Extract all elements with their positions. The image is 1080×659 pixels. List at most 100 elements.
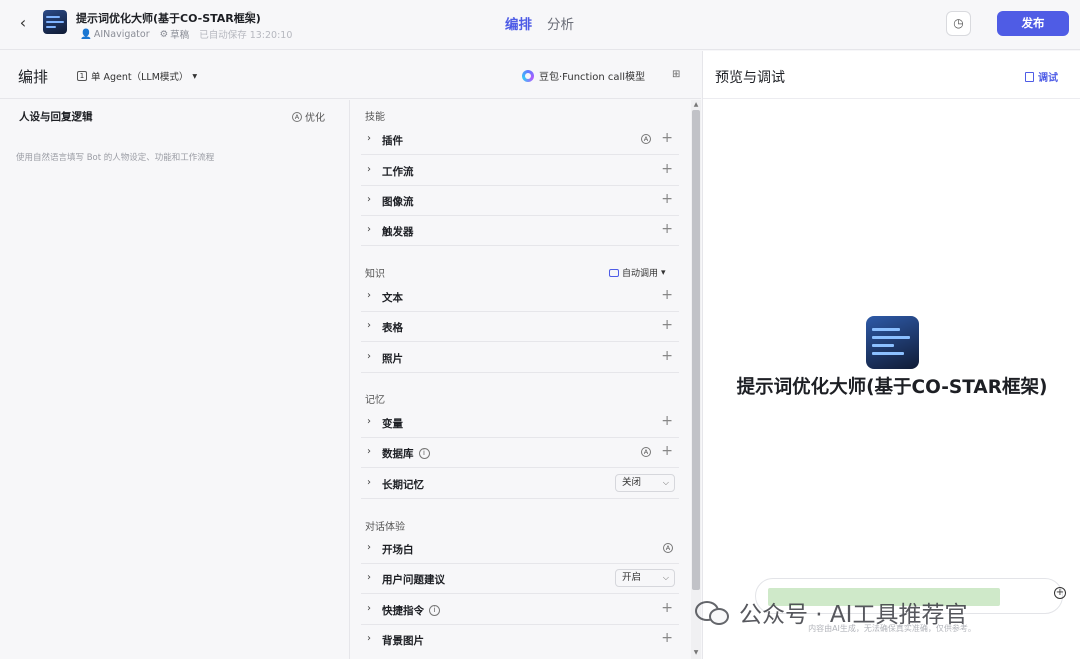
preview-bot-avatar bbox=[866, 316, 919, 369]
auto-icon[interactable]: A bbox=[663, 543, 673, 553]
scroll-down-icon[interactable]: ▼ bbox=[692, 649, 700, 657]
suggest-select[interactable]: 开启 ⌵ bbox=[615, 569, 675, 587]
status-badge: 草稿 bbox=[170, 30, 190, 41]
pencil-icon[interactable]: ✎ bbox=[247, 10, 259, 22]
author-name: AINavigator bbox=[93, 28, 150, 40]
row-imageflow[interactable]: › 图像流 + bbox=[361, 186, 679, 216]
row-plugin[interactable]: › 插件 A + bbox=[361, 125, 679, 155]
row-table[interactable]: › 表格 + bbox=[361, 312, 679, 342]
chevron-down-icon: ⌵ bbox=[662, 573, 669, 582]
add-attachment-icon[interactable]: + bbox=[1054, 587, 1066, 599]
chevron-right-icon: › bbox=[367, 572, 371, 583]
agent-icon: 1 bbox=[77, 71, 87, 81]
persona-input[interactable]: 使用自然语言填写 Bot 的人物设定、功能和工作流程 bbox=[16, 151, 214, 163]
row-long-memory[interactable]: › 长期记忆 关闭 ⌵ bbox=[361, 469, 679, 499]
scroll-up-icon[interactable]: ▲ bbox=[692, 101, 700, 109]
plus-icon[interactable]: + bbox=[661, 288, 673, 302]
chevron-right-icon: › bbox=[367, 446, 371, 457]
mode-selector[interactable]: 1 单 Agent（LLM模式） ▾ bbox=[77, 69, 197, 83]
plus-icon[interactable]: + bbox=[661, 601, 673, 615]
row-database[interactable]: › 数据库 i A + bbox=[361, 438, 679, 468]
debug-button[interactable]: 调试 bbox=[1025, 69, 1058, 84]
debug-label: 调试 bbox=[1038, 73, 1058, 84]
plus-icon[interactable]: + bbox=[661, 131, 673, 145]
auto-icon[interactable]: A bbox=[641, 447, 651, 457]
top-bar: ‹ 提示词优化大师(基于CO-STAR框架) ✎ 👤 AINavigator ⚙ 草… bbox=[0, 0, 1080, 50]
row-label: 插件 bbox=[382, 135, 403, 147]
section-skill: 技能 bbox=[365, 112, 385, 123]
plus-icon[interactable]: + bbox=[661, 192, 673, 206]
model-selector[interactable]: 豆包·Function call模型 bbox=[522, 68, 645, 83]
back-chevron-icon[interactable]: ‹ bbox=[14, 14, 32, 32]
row-label-group: 快捷指令 i bbox=[382, 603, 440, 618]
persona-column: 人设与回复逻辑 A 优化 使用自然语言填写 Bot 的人物设定、功能和工作流程 bbox=[0, 100, 350, 659]
chevron-right-icon: › bbox=[367, 194, 371, 205]
row-suggest[interactable]: › 用户问题建议 开启 ⌵ bbox=[361, 564, 679, 594]
preview-panel: 预览与调试 调试 提示词优化大师(基于CO-STAR框架) + ➤ 内容由AI生… bbox=[702, 51, 1080, 659]
row-photo[interactable]: › 照片 + bbox=[361, 343, 679, 373]
bot-avatar bbox=[43, 10, 67, 34]
chevron-right-icon: › bbox=[367, 133, 371, 144]
row-shortcut[interactable]: › 快捷指令 i + bbox=[361, 595, 679, 625]
row-opening[interactable]: › 开场白 A bbox=[361, 534, 679, 564]
row-variable[interactable]: › 变量 + bbox=[361, 408, 679, 438]
row-background-image[interactable]: › 背景图片 + bbox=[361, 625, 679, 655]
draft-icon: ⚙ bbox=[159, 28, 169, 40]
mode-label: 单 Agent（LLM模式） bbox=[91, 72, 189, 83]
row-workflow[interactable]: › 工作流 + bbox=[361, 156, 679, 186]
optimize-button[interactable]: A 优化 bbox=[292, 109, 325, 124]
plus-icon[interactable]: + bbox=[661, 318, 673, 332]
info-icon[interactable]: i bbox=[418, 448, 430, 459]
auto-call-label: 自动调用 bbox=[622, 269, 659, 279]
row-label: 表格 bbox=[382, 322, 403, 334]
section-dialog: 对话体验 bbox=[365, 522, 405, 533]
auto-call-selector[interactable]: 自动调用 ▾ bbox=[609, 266, 666, 279]
plus-icon[interactable]: + bbox=[661, 222, 673, 236]
optimize-label: 优化 bbox=[305, 113, 325, 124]
chevron-right-icon: › bbox=[367, 164, 371, 175]
row-label: 数据库 bbox=[382, 448, 414, 460]
row-label: 文本 bbox=[382, 292, 403, 304]
settings-grid-icon[interactable]: ⊞ bbox=[672, 69, 684, 81]
plus-icon[interactable]: + bbox=[661, 631, 673, 645]
publish-button[interactable]: 发布 bbox=[997, 11, 1069, 36]
edit-panel: 编排 1 单 Agent（LLM模式） ▾ 豆包·Function call模型… bbox=[0, 51, 701, 659]
plus-icon[interactable]: + bbox=[661, 444, 673, 458]
select-value: 关闭 bbox=[622, 477, 642, 488]
tab-arrange[interactable]: 编排 bbox=[505, 13, 532, 33]
chevron-down-icon: ⌵ bbox=[662, 478, 669, 487]
wechat-logo-icon bbox=[695, 597, 731, 627]
plus-icon[interactable]: + bbox=[661, 414, 673, 428]
plus-icon[interactable]: + bbox=[661, 349, 673, 363]
preview-header: 预览与调试 调试 bbox=[703, 51, 1080, 99]
row-label: 照片 bbox=[382, 353, 403, 365]
long-memory-select[interactable]: 关闭 ⌵ bbox=[615, 474, 675, 492]
chevron-right-icon: › bbox=[367, 351, 371, 362]
chevron-right-icon: › bbox=[367, 224, 371, 235]
scrollbar[interactable]: ▲ ▼ bbox=[691, 100, 701, 659]
row-label: 用户问题建议 bbox=[382, 574, 445, 586]
bot-meta: 👤 AINavigator ⚙ 草稿 已自动保存 13:20:10 bbox=[80, 27, 292, 42]
row-text[interactable]: › 文本 + bbox=[361, 282, 679, 312]
row-label-group: 数据库 i bbox=[382, 446, 430, 461]
skills-column: 技能 › 插件 A + › 工作流 + › 图像流 + › 触发器 + 知识 自… bbox=[351, 100, 691, 659]
row-label: 背景图片 bbox=[382, 635, 424, 647]
info-icon[interactable]: i bbox=[429, 605, 440, 616]
history-icon: ◷ bbox=[953, 16, 964, 30]
history-button[interactable]: ◷ bbox=[946, 11, 971, 36]
row-trigger[interactable]: › 触发器 + bbox=[361, 216, 679, 246]
user-icon: 👤 bbox=[80, 28, 92, 40]
doubao-logo-icon bbox=[522, 69, 534, 82]
chevron-right-icon: › bbox=[367, 416, 371, 427]
preview-title: 预览与调试 bbox=[715, 70, 785, 86]
chevron-right-icon: › bbox=[367, 320, 371, 331]
row-label: 触发器 bbox=[382, 226, 414, 238]
scroll-thumb[interactable] bbox=[692, 110, 700, 590]
robot-icon bbox=[609, 268, 619, 277]
auto-icon[interactable]: A bbox=[641, 134, 651, 144]
tab-analysis[interactable]: 分析 bbox=[547, 13, 574, 33]
caret-down-icon: ▾ bbox=[661, 267, 666, 278]
plus-icon[interactable]: + bbox=[661, 162, 673, 176]
row-label: 变量 bbox=[382, 418, 403, 430]
chevron-right-icon: › bbox=[367, 477, 371, 488]
